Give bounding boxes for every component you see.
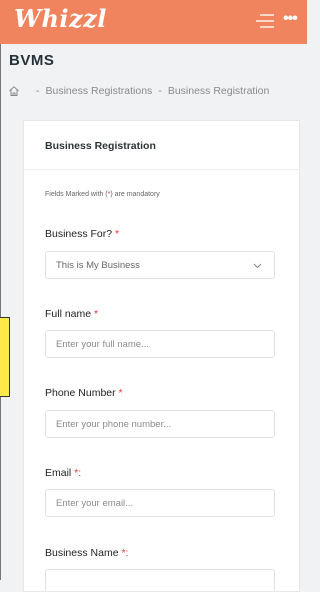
breadcrumb-separator: - <box>158 85 162 97</box>
page-title: BVMS <box>9 52 55 69</box>
required-marker: *: <box>121 547 129 559</box>
app-logo[interactable]: Whizzl <box>14 4 107 33</box>
breadcrumb-separator: - <box>36 85 40 97</box>
email-input[interactable] <box>46 490 274 516</box>
full-name-label: Full name * <box>45 308 98 320</box>
phone-field <box>45 410 275 438</box>
highlight-marker <box>0 317 10 397</box>
breadcrumb-item-registrations[interactable]: Business Registrations <box>46 85 153 97</box>
business-for-select[interactable]: This is My Business <box>45 251 275 279</box>
full-name-label-text: Full name <box>45 308 92 320</box>
home-icon[interactable] <box>8 85 20 97</box>
phone-input[interactable] <box>46 411 274 437</box>
required-marker: * <box>118 387 123 399</box>
chevron-down-icon <box>253 263 262 269</box>
email-label: Email *: <box>45 467 81 479</box>
required-marker: *: <box>74 467 82 479</box>
business-name-label: Business Name *: <box>45 547 128 559</box>
email-label-text: Email <box>45 467 72 479</box>
full-name-field <box>45 330 275 358</box>
business-name-field[interactable] <box>45 569 275 591</box>
business-for-value: This is My Business <box>56 260 140 271</box>
email-field <box>45 489 275 517</box>
phone-label: Phone Number * <box>45 387 123 399</box>
business-name-label-text: Business Name <box>45 547 119 559</box>
business-for-label-text: Business For? <box>45 228 113 240</box>
card-header: Business Registration <box>24 121 299 170</box>
note-prefix: Fields Marked with ( <box>45 191 108 198</box>
card-title: Business Registration <box>45 140 156 152</box>
full-name-input[interactable] <box>46 331 274 357</box>
hamburger-icon[interactable] <box>256 14 274 28</box>
note-suffix: ) are mandatory <box>110 191 160 198</box>
breadcrumb: - Business Registrations - Business Regi… <box>8 83 269 99</box>
top-bar: Whizzl ••• <box>0 0 307 44</box>
required-marker: * <box>94 308 99 320</box>
breadcrumb-item-current: Business Registration <box>167 85 270 97</box>
registration-card: Business Registration Fields Marked with… <box>23 120 300 592</box>
mandatory-note: Fields Marked with (*) are mandatory <box>45 191 160 198</box>
more-dots-icon[interactable]: ••• <box>283 10 298 28</box>
phone-label-text: Phone Number <box>45 387 116 399</box>
business-for-label: Business For? * <box>45 228 119 240</box>
required-marker: * <box>115 228 120 240</box>
